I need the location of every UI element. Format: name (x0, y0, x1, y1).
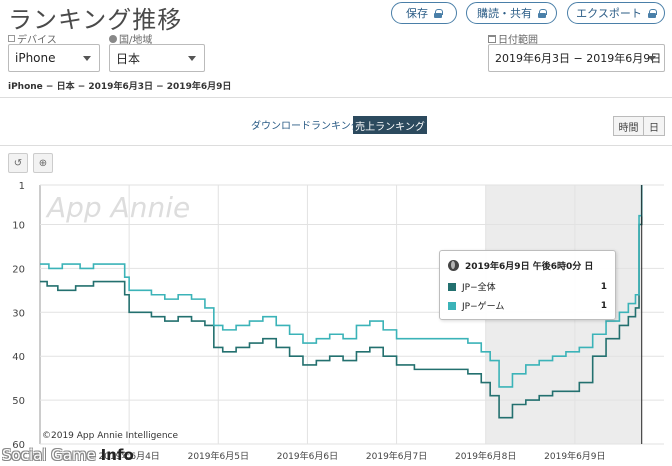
globe-icon (109, 34, 117, 43)
granularity-day-button[interactable]: 日 (643, 116, 665, 136)
device-select[interactable]: iPhone (8, 44, 100, 72)
zoom-icon: ⊕ (38, 157, 48, 169)
chevron-down-icon (188, 56, 196, 61)
site-watermark-part2: Info (100, 446, 134, 464)
tab-download-ranking[interactable]: ダウンロードランキング (251, 117, 361, 132)
save-button[interactable]: 保存 (391, 2, 457, 24)
calendar-icon (488, 34, 496, 43)
undo-icon: ↺ (13, 157, 23, 169)
y-tick-label: 20 (12, 264, 25, 275)
date-range-select-value: 2019年6月3日 − 2019年6月9日 (495, 52, 662, 65)
tooltip-row: JP−全体 1 (448, 280, 607, 293)
device-select-value: iPhone (15, 51, 56, 65)
series-swatch (448, 301, 456, 310)
subscribe-share-button[interactable]: 購読・共有 (466, 2, 557, 24)
y-tick-label: 30 (12, 308, 25, 319)
tooltip-series-name: JP−ゲーム (462, 302, 505, 312)
tab-sales-ranking[interactable]: 売上ランキング (353, 116, 427, 134)
x-tick-label: 2019年6月7日 (366, 450, 427, 462)
y-tick-label: 50 (12, 396, 25, 407)
chevron-down-icon (83, 56, 91, 61)
site-watermark-part1: Social Game (2, 446, 101, 464)
app-annie-watermark: App Annie (45, 191, 190, 224)
tooltip-row: JP−ゲーム 1 (448, 299, 607, 312)
chart-tooltip: 2019年6月9日 午後6時0分 日 JP−全体 1 JP−ゲーム 1 (439, 250, 616, 320)
y-tick-label: 10 (12, 221, 25, 232)
tooltip-series-name: JP−全体 (462, 283, 496, 293)
tooltip-series-value: 1 (600, 281, 607, 292)
tooltip-series-value: 1 (600, 300, 607, 311)
chart-subtitle: iPhone − 日本 − 2019年6月3日 − 2019年6月9日 (8, 82, 232, 92)
granularity-hour-button[interactable]: 時間 (613, 116, 644, 136)
divider (0, 145, 672, 146)
x-tick-label: 2019年6月9日 (544, 450, 605, 462)
x-tick-layer: 2019年6月4日 2019年6月5日 2019年6月6日 2019年6月7日 2019… (98, 450, 605, 462)
chevron-down-icon (648, 56, 656, 61)
checkbox-icon (8, 35, 15, 42)
y-tick-label: 40 (12, 352, 25, 363)
x-tick-label: 2019年6月6日 (277, 450, 338, 462)
x-tick-label: 2019年6月8日 (455, 450, 516, 462)
divider (0, 97, 672, 98)
site-watermark: Social Game Info (2, 446, 134, 464)
x-tick-label: 2019年6月5日 (188, 450, 249, 462)
copyright-text: ©2019 App Annie Intelligence (42, 431, 179, 441)
save-button-label: 保存 (406, 7, 428, 20)
lock-icon (647, 8, 657, 18)
export-button-label: エクスポート (576, 7, 642, 20)
ranking-chart[interactable]: App Annie 1102030405060 2019年6月4日 2019年6月… (0, 176, 672, 466)
lock-icon (538, 8, 547, 18)
zoom-button[interactable]: ⊕ (33, 153, 53, 173)
globe-icon (448, 260, 459, 271)
tooltip-header: 2019年6月9日 午後6時0分 日 (448, 259, 607, 272)
y-tick-label: 1 (19, 181, 25, 192)
tooltip-title: 2019年6月9日 午後6時0分 日 (465, 262, 594, 272)
subscribe-share-label: 購読・共有 (477, 7, 532, 20)
date-range-select[interactable]: 2019年6月3日 − 2019年6月9日 (488, 44, 665, 72)
series-swatch (448, 282, 456, 291)
y-tick-layer: 1102030405060 (12, 181, 25, 451)
region-select-value: 日本 (116, 51, 141, 66)
export-button[interactable]: エクスポート (567, 2, 665, 24)
lock-icon (434, 8, 443, 18)
page-title: ランキング推移 (8, 6, 183, 34)
reset-zoom-button[interactable]: ↺ (8, 153, 28, 173)
region-select[interactable]: 日本 (109, 44, 205, 72)
